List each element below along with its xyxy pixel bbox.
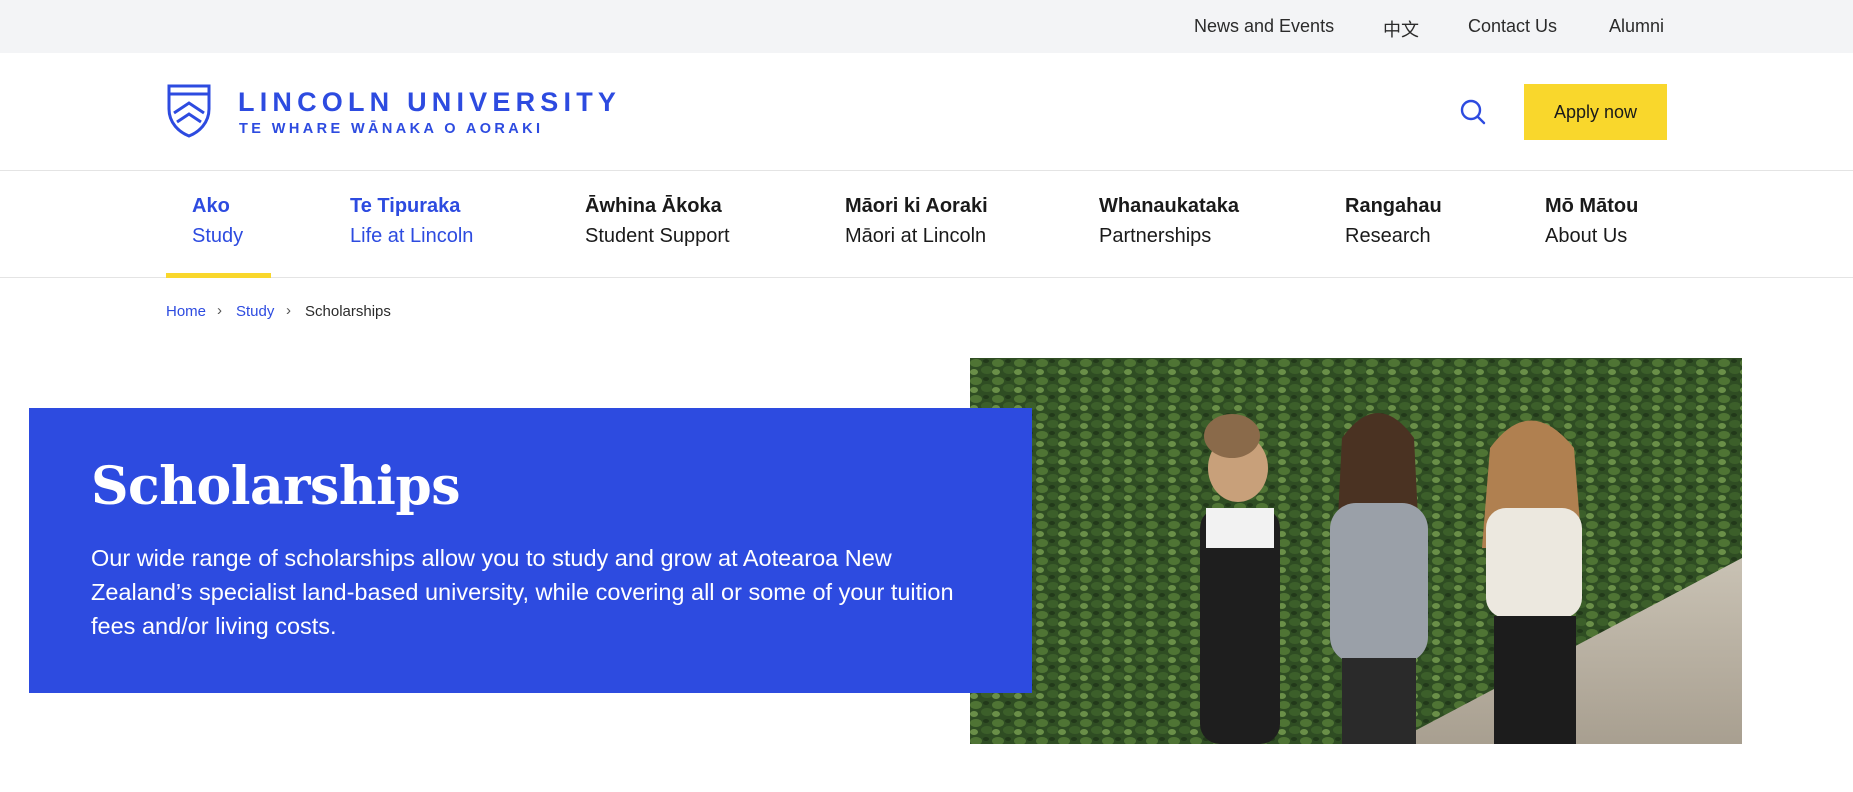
- nav-item-english-label: Study: [192, 225, 244, 247]
- active-nav-indicator: [166, 273, 271, 278]
- logo-title: LINCOLN UNIVERSITY: [238, 87, 622, 117]
- nav-item-maori-label: Rangahau: [1345, 195, 1442, 217]
- logo-subtitle: TE WHARE WĀNAKA O AORAKI: [239, 121, 544, 137]
- hero-photo: [970, 358, 1742, 744]
- nav-item-student-support[interactable]: Āwhina Ākoka Student Support: [585, 172, 745, 278]
- alumni-link[interactable]: Alumni: [1609, 16, 1664, 37]
- nav-item-maori-label: Ako: [192, 195, 230, 217]
- breadcrumb-study-link[interactable]: Study: [236, 303, 274, 320]
- apply-now-button[interactable]: Apply now: [1524, 84, 1667, 140]
- nav-item-maori-label: Āwhina Ākoka: [585, 195, 722, 217]
- search-icon: [1460, 99, 1486, 125]
- hero-image: [970, 358, 1742, 744]
- nav-item-maori-label: Whanaukataka: [1099, 195, 1240, 217]
- nav-item-study[interactable]: Ako Study: [166, 172, 271, 278]
- news-and-events-link[interactable]: News and Events: [1194, 16, 1334, 37]
- main-nav: Ako Study Te Tipuraka Life at Lincoln Āw…: [0, 172, 1853, 278]
- chevron-right-icon: ›: [217, 302, 222, 319]
- page-title: Scholarships: [91, 456, 461, 517]
- nav-item-english-label: About Us: [1545, 225, 1628, 247]
- nav-item-about-us[interactable]: Mō Mātou About Us: [1545, 172, 1655, 278]
- utility-bar: News and Events 中文 Contact Us Alumni: [0, 0, 1853, 53]
- nav-item-english-label: Māori at Lincoln: [845, 225, 987, 247]
- nav-item-research[interactable]: Rangahau Research: [1345, 172, 1455, 278]
- chevron-right-icon: ›: [286, 302, 291, 319]
- nav-item-english-label: Partnerships: [1099, 225, 1212, 247]
- hero-panel: Scholarships Our wide range of scholarsh…: [29, 408, 1032, 693]
- crest-icon: [167, 84, 211, 138]
- search-button[interactable]: [1458, 97, 1488, 127]
- nav-item-maori-label: Māori ki Aoraki: [845, 195, 988, 217]
- university-logo[interactable]: LINCOLN UNIVERSITY TE WHARE WĀNAKA O AOR…: [166, 83, 636, 143]
- nav-item-english-label: Research: [1345, 225, 1431, 247]
- breadcrumb-home-link[interactable]: Home: [166, 303, 206, 320]
- hero-description: Our wide range of scholarships allow you…: [91, 545, 954, 639]
- contact-us-link[interactable]: Contact Us: [1468, 16, 1557, 37]
- nav-item-maori-at-lincoln[interactable]: Māori ki Aoraki Māori at Lincoln: [845, 172, 1005, 278]
- nav-item-english-label: Student Support: [585, 225, 730, 247]
- nav-item-maori-label: Mō Mātou: [1545, 195, 1639, 217]
- nav-item-english-label: Life at Lincoln: [350, 225, 474, 247]
- breadcrumb-current: Scholarships: [305, 303, 391, 320]
- nav-item-maori-label: Te Tipuraka: [350, 195, 461, 217]
- chinese-language-link[interactable]: 中文: [1383, 16, 1419, 42]
- nav-item-life-at-lincoln[interactable]: Te Tipuraka Life at Lincoln: [350, 172, 500, 278]
- nav-item-partnerships[interactable]: Whanaukataka Partnerships: [1099, 172, 1249, 278]
